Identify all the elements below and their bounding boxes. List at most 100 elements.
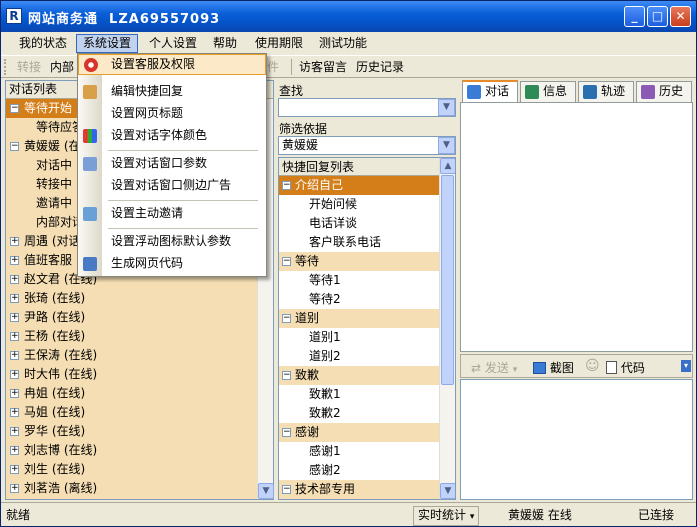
expand-icon[interactable]: + — [10, 313, 19, 322]
quick-reply-item[interactable]: 感谢1 — [279, 442, 439, 461]
quick-reply-scroll-up[interactable]: ▲ — [440, 158, 455, 174]
menu-item-set-side-ad[interactable]: 设置对话窗口侧边广告 — [78, 175, 266, 196]
quick-reply-group[interactable]: − 致歉 — [279, 366, 439, 385]
menu-item-set-float-icon[interactable]: 设置浮动图标默认参数 — [78, 231, 266, 252]
tab-history[interactable]: 历史 — [636, 81, 692, 102]
expand-icon[interactable]: + — [10, 237, 19, 246]
emoji-icon[interactable]: ☺ — [585, 358, 600, 374]
quick-reply-scroll-thumb[interactable] — [441, 175, 454, 385]
expand-icon[interactable]: + — [10, 294, 19, 303]
expand-icon[interactable]: + — [10, 275, 19, 284]
close-button[interactable]: ✕ — [670, 6, 691, 27]
send-dropdown-icon[interactable]: ▾ — [513, 365, 518, 375]
quick-reply-item[interactable]: 电话详谈 — [279, 214, 439, 233]
expand-icon[interactable]: + — [10, 465, 19, 474]
expand-icon[interactable]: + — [10, 370, 19, 379]
menu-item-set-agent-permissions[interactable]: 设置客服及权限 — [78, 54, 266, 75]
menu-item-generate-code[interactable]: 生成网页代码 — [78, 253, 266, 274]
tab-info[interactable]: 信息 — [520, 81, 576, 102]
quick-reply-item[interactable]: 开始问候 — [279, 195, 439, 214]
tree-group-row[interactable]: + 尹路 (在线) — [6, 308, 258, 327]
realtime-stats-button[interactable]: 实时统计 ▾ — [413, 506, 480, 526]
collapse-icon[interactable]: − — [282, 485, 291, 494]
expand-icon[interactable]: + — [10, 389, 19, 398]
message-input[interactable] — [460, 379, 693, 500]
collapse-icon[interactable]: − — [282, 428, 291, 437]
menu-item-set-active-invite[interactable]: 设置主动邀请 — [78, 203, 266, 224]
maximize-button[interactable]: □ — [647, 6, 668, 27]
menu-item-set-page-title[interactable]: 设置网页标题 — [78, 103, 266, 124]
expand-icon[interactable]: + — [10, 408, 19, 417]
quick-reply-group[interactable]: − 感谢 — [279, 423, 439, 442]
quick-reply-scrollbar[interactable]: ▲ ▼ — [439, 158, 455, 499]
quick-reply-item[interactable]: 致歉1 — [279, 385, 439, 404]
minimize-button[interactable]: _ — [624, 6, 645, 27]
internal-button[interactable]: 内部 — [50, 59, 74, 75]
menu-item-set-font-color[interactable]: 设置对话字体颜色 — [78, 125, 266, 146]
quick-reply-item[interactable]: 感谢2 — [279, 461, 439, 480]
tab-chat[interactable]: 对话 — [462, 80, 518, 102]
menu-personal-settings[interactable]: 个人设置 — [143, 34, 203, 53]
quick-reply-item[interactable]: 道别1 — [279, 328, 439, 347]
expand-icon[interactable]: + — [10, 256, 19, 265]
tree-group-row[interactable]: + 刘生 (在线) — [6, 460, 258, 479]
history-button[interactable]: 历史记录 — [356, 59, 404, 75]
chat-transcript[interactable] — [460, 102, 693, 352]
collapse-icon[interactable]: − — [282, 371, 291, 380]
tree-group-row[interactable]: + 王保涛 (在线) — [6, 346, 258, 365]
transfer-button[interactable]: 转接 — [17, 59, 41, 75]
quick-reply-group[interactable]: − 介绍自己 — [279, 176, 439, 195]
menu-help[interactable]: 帮助 — [207, 34, 243, 53]
expand-icon[interactable]: + — [10, 484, 19, 493]
tree-row-label: 时大伟 (在线) — [24, 367, 98, 381]
search-dropdown-button[interactable]: ▼ — [438, 99, 455, 116]
expand-icon[interactable]: + — [10, 332, 19, 341]
toolbar-grip[interactable] — [4, 59, 7, 75]
quick-reply-list[interactable]: 快捷回复列表 − 介绍自己 开始问候 电话详谈 客户联系电话 − 等待 等待1 等待2− 道别 道别… — [278, 157, 456, 500]
menu-usage-period[interactable]: 使用期限 — [249, 34, 309, 53]
file-button[interactable]: 件 — [267, 59, 279, 75]
tree-group-row[interactable]: + 刘志博 (在线) — [6, 441, 258, 460]
filter-combo[interactable]: 黄媛媛 ▼ — [278, 136, 456, 155]
tree-group-row[interactable]: + 罗华 (在线) — [6, 422, 258, 441]
tree-group-row[interactable]: + 张琦 (在线) — [6, 289, 258, 308]
tree-group-row[interactable]: + 马姐 (在线) — [6, 403, 258, 422]
tree-group-row[interactable]: + 时大伟 (在线) — [6, 365, 258, 384]
tree-group-row[interactable]: + 冉姐 (在线) — [6, 384, 258, 403]
quick-reply-group[interactable]: − 等待 — [279, 252, 439, 271]
collapse-icon[interactable]: − — [10, 142, 19, 151]
expand-icon[interactable]: + — [10, 446, 19, 455]
code-button[interactable]: 代码 — [606, 359, 645, 376]
visitor-message-button[interactable]: 访客留言 — [299, 59, 347, 75]
collapse-icon[interactable]: − — [282, 257, 291, 266]
send-button[interactable]: ⇄ 发送 ▾ — [471, 359, 517, 376]
tree-group-row[interactable]: + 王杨 (在线) — [6, 327, 258, 346]
title-bar[interactable]: R 网站商务通 LZA69557093 _ □ ✕ — [1, 1, 696, 32]
expand-icon[interactable]: + — [10, 351, 19, 360]
screenshot-button[interactable]: 截图 — [533, 359, 574, 376]
quick-reply-group[interactable]: − 技术部专用 — [279, 480, 439, 499]
quick-reply-list-header: 快捷回复列表 — [279, 158, 439, 176]
search-combo[interactable]: ▼ — [278, 98, 456, 117]
collapse-icon[interactable]: − — [282, 314, 291, 323]
expand-toolbar-icon[interactable]: ▾ — [681, 360, 691, 372]
collapse-icon[interactable]: − — [282, 181, 291, 190]
menu-item-edit-quick-reply[interactable]: 编辑快捷回复 — [78, 81, 266, 102]
menu-item-set-window-params[interactable]: 设置对话窗口参数 — [78, 153, 266, 174]
quick-reply-item[interactable]: 致歉2 — [279, 404, 439, 423]
filter-dropdown-button[interactable]: ▼ — [438, 137, 455, 154]
quick-reply-item[interactable]: 道别2 — [279, 347, 439, 366]
tab-track[interactable]: 轨迹 — [578, 81, 634, 102]
expand-icon[interactable]: + — [10, 427, 19, 436]
quick-reply-scroll-down[interactable]: ▼ — [440, 483, 455, 499]
scroll-down-button[interactable]: ▼ — [258, 483, 274, 499]
collapse-icon[interactable]: − — [10, 104, 19, 113]
menu-my-status[interactable]: 我的状态 — [13, 34, 73, 53]
quick-reply-group[interactable]: − 道别 — [279, 309, 439, 328]
quick-reply-item[interactable]: 客户联系电话 — [279, 233, 439, 252]
quick-reply-item[interactable]: 等待2 — [279, 290, 439, 309]
tree-group-row[interactable]: + 刘茗浩 (离线) — [6, 479, 258, 498]
menu-system-settings[interactable]: 系统设置 — [76, 34, 139, 53]
menu-test-features[interactable]: 测试功能 — [313, 34, 373, 53]
quick-reply-item[interactable]: 等待1 — [279, 271, 439, 290]
